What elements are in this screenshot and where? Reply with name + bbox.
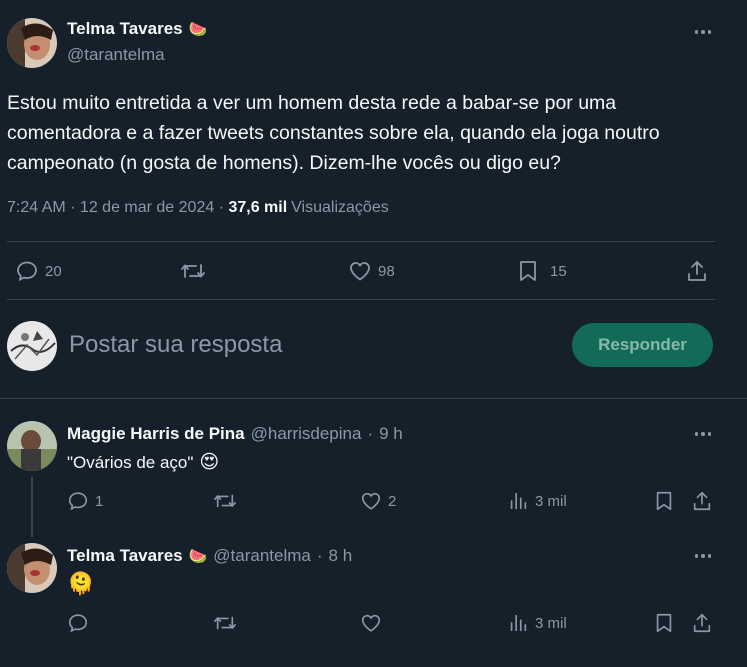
tweet-time[interactable]: 7:24 AM bbox=[7, 199, 66, 217]
bookmark-button[interactable] bbox=[653, 612, 675, 634]
author-handle[interactable]: @tarantelma bbox=[67, 45, 165, 65]
divider bbox=[7, 299, 715, 300]
reply-author-name[interactable]: Telma Tavares bbox=[67, 546, 183, 566]
meta-separator: · bbox=[65, 199, 80, 216]
tweet-text: Estou muito entretida a ver um homem des… bbox=[7, 92, 660, 174]
melting-face-emoji: 🫠 bbox=[67, 571, 95, 596]
watermelon-emoji: 🍉 bbox=[188, 21, 208, 38]
reply-author-handle[interactable]: @harrisdepina bbox=[251, 424, 362, 444]
views-count: 37,6 mil bbox=[228, 199, 288, 216]
like-button[interactable]: 2 bbox=[360, 490, 396, 512]
bookmark-count: 15 bbox=[550, 262, 567, 280]
repost-icon bbox=[214, 616, 236, 630]
like-button[interactable]: 98 bbox=[348, 259, 395, 283]
meta-separator: · bbox=[316, 546, 323, 565]
more-options-button[interactable] bbox=[691, 422, 715, 446]
more-icon bbox=[694, 30, 712, 34]
share-button[interactable] bbox=[691, 612, 713, 634]
reply-author-name[interactable]: Maggie Harris de Pina bbox=[67, 424, 245, 444]
bookmark-button[interactable]: 15 bbox=[516, 259, 567, 283]
repost-button[interactable] bbox=[213, 612, 237, 634]
thread-line bbox=[31, 477, 33, 537]
reply-icon bbox=[17, 261, 37, 282]
more-icon bbox=[694, 432, 712, 436]
share-icon bbox=[693, 491, 711, 511]
reply-button[interactable] bbox=[67, 612, 89, 634]
bookmark-icon bbox=[520, 261, 536, 281]
views-button[interactable]: 3 mil bbox=[507, 490, 567, 512]
views-icon bbox=[510, 614, 527, 632]
bookmark-icon bbox=[656, 613, 672, 633]
reply-icon bbox=[68, 614, 88, 633]
responder-button[interactable]: Responder bbox=[572, 323, 713, 367]
bookmark-button[interactable] bbox=[653, 490, 675, 512]
reply-author-avatar[interactable] bbox=[7, 543, 57, 593]
reply-text: "Ovários de aço" bbox=[67, 452, 194, 472]
share-icon bbox=[693, 613, 711, 633]
repost-icon bbox=[181, 264, 205, 278]
watermelon-emoji: 🍉 bbox=[188, 548, 208, 565]
meta-separator: · bbox=[214, 199, 229, 216]
tweet-date[interactable]: 12 de mar de 2024 bbox=[80, 199, 214, 217]
like-count: 2 bbox=[388, 492, 397, 510]
reply-author-avatar[interactable] bbox=[7, 421, 57, 471]
author-avatar[interactable] bbox=[7, 18, 57, 68]
views-count: 3 mil bbox=[535, 614, 567, 632]
views-icon bbox=[510, 492, 527, 510]
more-options-button[interactable] bbox=[691, 20, 715, 44]
bookmark-icon bbox=[656, 491, 672, 511]
views-label: Visualizações bbox=[291, 199, 389, 216]
heart-icon bbox=[361, 492, 381, 510]
heart-icon bbox=[361, 614, 381, 632]
like-button[interactable] bbox=[360, 612, 382, 634]
reply-time[interactable]: 9 h bbox=[379, 424, 403, 444]
reply-input[interactable]: Postar sua resposta bbox=[69, 331, 282, 359]
reply-count: 1 bbox=[95, 492, 104, 510]
current-user-avatar[interactable] bbox=[7, 321, 57, 371]
repost-button[interactable] bbox=[180, 259, 206, 283]
heart-eyes-emoji: 😍 bbox=[199, 452, 220, 473]
meta-separator: · bbox=[367, 424, 374, 443]
share-button[interactable] bbox=[691, 490, 713, 512]
more-options-button[interactable] bbox=[691, 544, 715, 568]
reply-button[interactable]: 20 bbox=[15, 259, 62, 283]
share-button[interactable] bbox=[685, 259, 709, 283]
repost-button[interactable] bbox=[213, 490, 237, 512]
share-icon bbox=[688, 261, 706, 281]
like-count: 98 bbox=[378, 262, 395, 280]
divider bbox=[7, 241, 715, 242]
reply-count: 20 bbox=[45, 262, 62, 280]
more-icon bbox=[694, 554, 712, 558]
reply-button[interactable]: 1 bbox=[67, 490, 103, 512]
author-name[interactable]: Telma Tavares bbox=[67, 19, 183, 39]
views-count: 3 mil bbox=[535, 492, 567, 510]
divider bbox=[0, 398, 747, 399]
heart-icon bbox=[350, 262, 370, 281]
reply-time[interactable]: 8 h bbox=[329, 546, 353, 566]
repost-icon bbox=[214, 494, 236, 508]
reply-author-handle[interactable]: @tarantelma bbox=[213, 546, 311, 566]
reply-icon bbox=[68, 492, 88, 511]
views-button[interactable]: 3 mil bbox=[507, 612, 567, 634]
